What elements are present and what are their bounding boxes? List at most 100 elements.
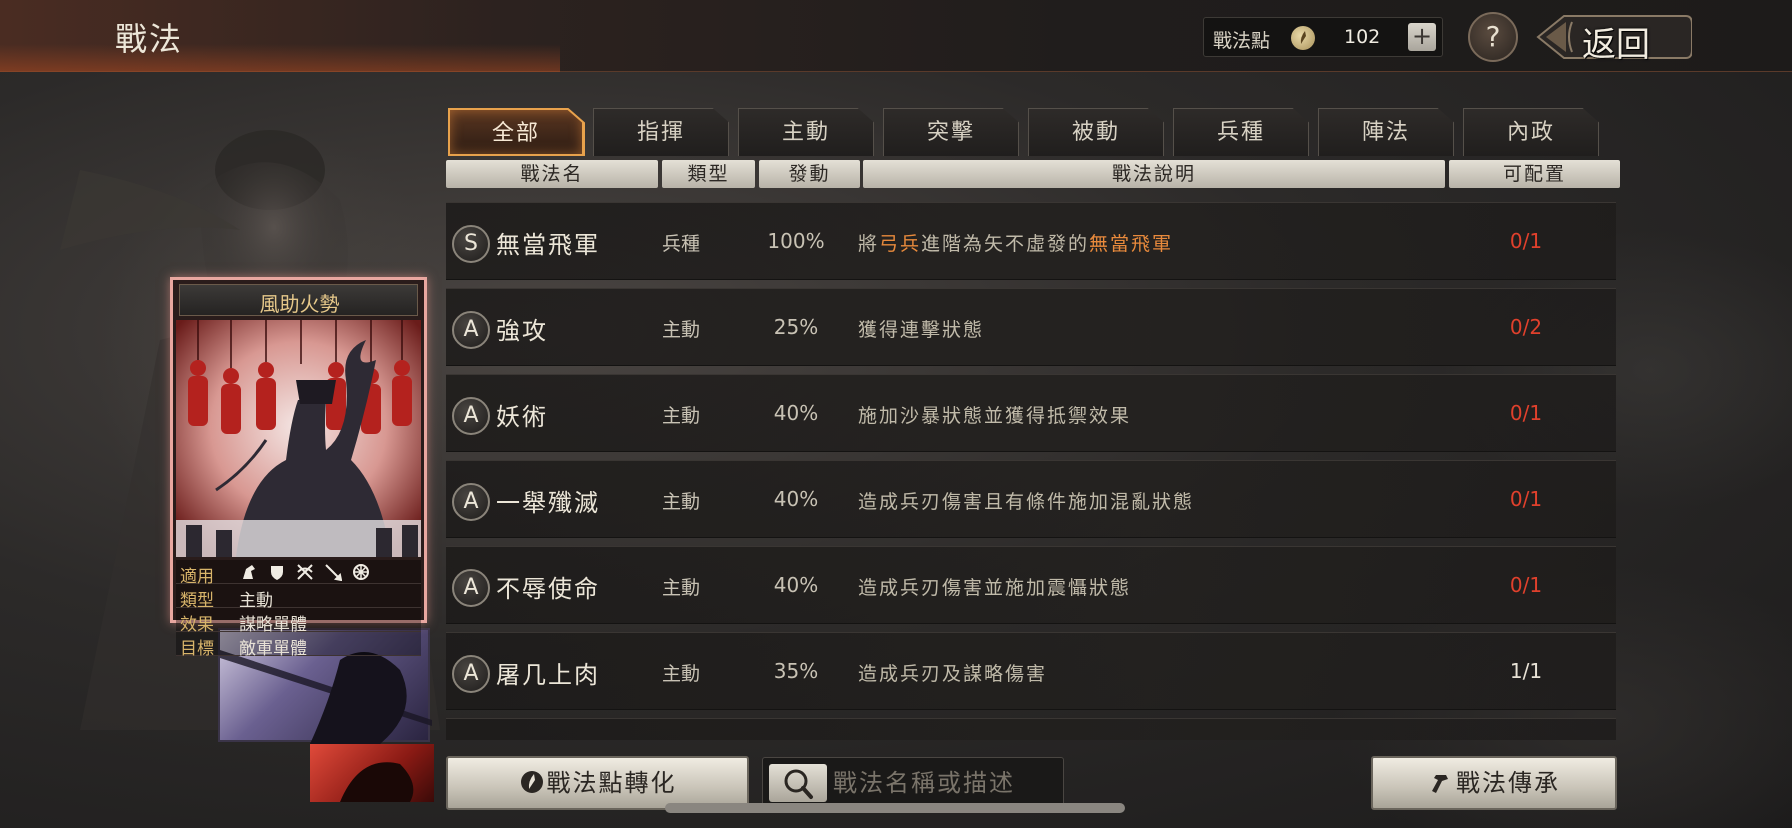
skill-type: 主動: [661, 319, 700, 341]
tab-troop-type[interactable]: 兵種: [1173, 108, 1309, 156]
column-header-description: 戰法說明: [863, 160, 1445, 188]
hammer-icon: [1432, 775, 1448, 793]
inherit-tactic-button[interactable]: 戰法傳承: [1371, 756, 1617, 810]
grade-badge: A: [452, 397, 490, 435]
desc-text: 獲得連擊狀態: [858, 319, 985, 341]
card-row-apply: 適用: [176, 560, 421, 587]
tactic-point-drop-icon: [520, 771, 543, 793]
card-row-type: 類型 主動: [176, 584, 421, 611]
skill-name: 一舉殲滅: [496, 489, 600, 517]
tab-internal-affairs[interactable]: 內政: [1463, 108, 1599, 156]
card-stack-back-2: [310, 744, 434, 802]
skill-name: 無當飛軍: [496, 231, 600, 259]
header-glow: [0, 44, 560, 72]
search-icon: [784, 769, 813, 799]
tab-all[interactable]: 全部: [448, 108, 584, 156]
skill-configurable-count: 1/1: [1509, 659, 1543, 683]
tab-command[interactable]: 指揮: [593, 108, 729, 156]
search-input[interactable]: [833, 764, 1057, 802]
skill-trigger-rate: 40%: [773, 401, 819, 425]
grade-badge: A: [452, 483, 490, 521]
search-button[interactable]: [769, 764, 827, 802]
skill-configurable-count: 0/1: [1509, 487, 1543, 511]
add-points-button[interactable]: +: [1408, 23, 1436, 51]
tab-formation[interactable]: 陣法: [1318, 108, 1454, 156]
home-indicator[interactable]: [665, 803, 1125, 813]
column-header-rate[interactable]: 發動: [759, 160, 860, 188]
inherit-tactic-label: 戰法傳承: [1456, 769, 1560, 797]
card-info-table: 適用 類型 主動 效果 謀略單體 目標 敵軍單體: [176, 560, 421, 659]
tactic-points-label: 戰法點: [1213, 30, 1271, 52]
skill-description: 施加沙暴狀態並獲得抵禦效果: [858, 401, 1131, 428]
spear-icon: [324, 563, 343, 582]
column-header-type[interactable]: 類型: [662, 160, 755, 188]
skill-description: 獲得連擊狀態: [858, 315, 984, 342]
help-button[interactable]: ?: [1468, 12, 1518, 62]
skill-trigger-rate: 40%: [773, 573, 819, 597]
column-header-name[interactable]: 戰法名: [446, 160, 658, 188]
skill-name: 屠几上肉: [496, 661, 600, 689]
skill-row[interactable]: A 妖術 主動 40% 施加沙暴狀態並獲得抵禦效果 0/1: [446, 374, 1616, 452]
tactic-points-value: 102: [1344, 26, 1381, 48]
skill-trigger-rate: 100%: [767, 229, 825, 253]
column-header-configurable[interactable]: 可配置: [1449, 160, 1620, 188]
grade-badge: A: [452, 569, 490, 607]
skill-description: 造成兵刃及謀略傷害: [858, 659, 1047, 686]
card-artwork: [176, 320, 421, 557]
selected-skill-card[interactable]: 風助火勢 適用 類型 主動 效果 謀略單體 目標 敵軍單體: [170, 277, 427, 659]
skill-row[interactable]: A 一舉殲滅 主動 40% 造成兵刃傷害且有條件施加混亂狀態 0/1: [446, 460, 1616, 538]
skill-name: 妖術: [496, 403, 548, 431]
skill-name: 強攻: [496, 317, 548, 345]
back-label: 返回: [1582, 25, 1650, 65]
crossbow-icon: [296, 563, 314, 581]
grade-badge: A: [452, 655, 490, 693]
skill-type: 兵種: [661, 233, 700, 255]
tab-passive[interactable]: 被動: [1028, 108, 1164, 156]
shield-icon: [268, 563, 286, 581]
card-value: 敵軍單體: [239, 639, 307, 659]
card-row-target: 目標 敵軍單體: [176, 632, 421, 659]
skill-row[interactable]: A 屠几上肉 主動 35% 造成兵刃及謀略傷害 1/1: [446, 632, 1616, 710]
skill-configurable-count: 0/2: [1509, 315, 1543, 339]
desc-highlight: 無當飛軍: [1089, 233, 1174, 255]
top-bar: 戰法 戰法點 102 + ? 返回: [0, 0, 1792, 72]
desc-text: 造成兵刃及謀略傷害: [858, 663, 1048, 685]
card-title-bar: 風助火勢: [179, 284, 418, 316]
skill-type: 主動: [661, 577, 700, 599]
desc-text: 施加沙暴狀態並獲得抵禦效果: [858, 405, 1132, 427]
card-key: 目標: [180, 639, 214, 659]
skill-description: 造成兵刃傷害並施加震懾狀態: [858, 573, 1131, 600]
skill-description: 造成兵刃傷害且有條件施加混亂狀態: [858, 487, 1194, 514]
skill-type: 主動: [661, 491, 700, 513]
tab-active[interactable]: 主動: [738, 108, 874, 156]
convert-points-label: 戰法點轉化: [546, 769, 677, 797]
cavalry-icon: [240, 563, 258, 581]
skill-configurable-count: 0/1: [1509, 401, 1543, 425]
desc-text: 造成兵刃傷害並施加震懾狀態: [858, 577, 1132, 599]
grade-badge: S: [452, 225, 490, 263]
convert-points-button[interactable]: 戰法點轉化: [446, 756, 749, 810]
skill-trigger-rate: 40%: [773, 487, 819, 511]
wheel-icon: [352, 563, 370, 581]
desc-text: 進階為矢不虛發的: [921, 233, 1090, 255]
skill-row[interactable]: A 不辱使命 主動 40% 造成兵刃傷害並施加震懾狀態 0/1: [446, 546, 1616, 624]
tab-assault[interactable]: 突擊: [883, 108, 1019, 156]
skill-configurable-count: 0/1: [1509, 573, 1543, 597]
desc-text: 將: [858, 233, 880, 255]
search-bar: [762, 757, 1064, 809]
tactic-point-coin-icon: [1291, 26, 1315, 50]
card-title: 風助火勢: [259, 292, 340, 316]
desc-highlight: 弓兵: [879, 233, 922, 255]
skill-trigger-rate: 35%: [773, 659, 819, 683]
back-button[interactable]: 返回: [1536, 12, 1692, 65]
grade-badge: A: [452, 311, 490, 349]
skill-type: 主動: [661, 663, 700, 685]
skill-configurable-count: 0/1: [1509, 229, 1543, 253]
skill-row[interactable]: S 無當飛軍 兵種 100% 將弓兵進階為矢不虛發的無當飛軍 0/1: [446, 202, 1616, 280]
skill-row[interactable]: A 強攻 主動 25% 獲得連擊狀態 0/2: [446, 288, 1616, 366]
desc-text: 造成兵刃傷害且有條件施加混亂狀態: [858, 491, 1195, 513]
skill-row-partial[interactable]: [446, 718, 1616, 740]
apply-unit-icons: [240, 563, 370, 582]
card-row-effect: 效果 謀略單體: [176, 608, 421, 635]
skill-name: 不辱使命: [496, 575, 600, 603]
